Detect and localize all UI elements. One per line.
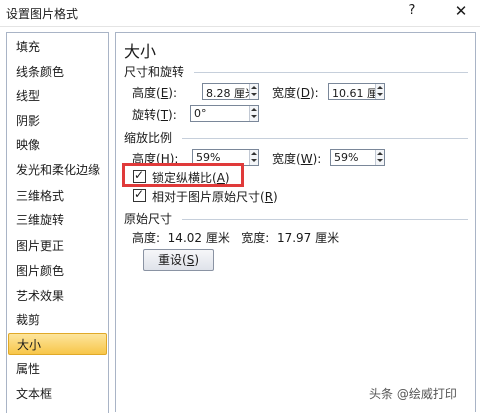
window-title: 设置图片格式 <box>6 7 79 21</box>
scale-height-spinner[interactable] <box>249 150 258 165</box>
nav-item-properties[interactable]: 属性 <box>8 358 107 380</box>
rotation-spinner[interactable] <box>249 106 258 121</box>
size-panel: 大小 尺寸和旋转 高度(E): 8.28 厘米 宽度(D): 10.61 厘 旋… <box>115 32 476 412</box>
nav-item-reflection[interactable]: 映像 <box>8 134 107 156</box>
width-input[interactable]: 10.61 厘 <box>328 83 385 100</box>
nav-item-crop[interactable]: 裁剪 <box>8 309 107 331</box>
height-input[interactable]: 8.28 厘米 <box>202 83 259 100</box>
panel-heading: 大小 <box>124 42 157 61</box>
scale-width-value: 59% <box>334 151 359 164</box>
height-label: 高度(E): <box>132 86 178 100</box>
nav-item-text-box[interactable]: 文本框 <box>8 383 107 405</box>
nav-item-fill[interactable]: 填充 <box>8 36 107 58</box>
original-size-text: 高度: 14.02 厘米 宽度: 17.97 厘米 <box>132 231 340 245</box>
rotation-value: 0° <box>194 107 207 120</box>
title-divider <box>0 26 480 27</box>
nav-item-artistic-effects[interactable]: 艺术效果 <box>8 285 107 307</box>
nav-item-glow-soft-edges[interactable]: 发光和柔化边缘 <box>8 159 107 181</box>
checkmark-icon: ✓ <box>134 187 145 201</box>
original-size-group-label: 原始尺寸 <box>124 212 173 226</box>
relative-original-label[interactable]: 相对于图片原始尺寸(R) <box>152 188 278 205</box>
scale-width-spinner[interactable] <box>375 150 384 165</box>
help-button[interactable]: ? <box>404 3 420 21</box>
nav-item-picture-color[interactable]: 图片颜色 <box>8 260 107 282</box>
nav-item-line-color[interactable]: 线条颜色 <box>8 61 107 83</box>
group-divider <box>182 138 468 139</box>
scale-width-label: 宽度(W): <box>272 152 322 166</box>
scale-width-input[interactable]: 59% <box>330 149 385 166</box>
nav-item-line-style[interactable]: 线型 <box>8 85 107 107</box>
nav-item-shadow[interactable]: 阴影 <box>8 110 107 132</box>
width-value: 10.61 厘 <box>332 87 378 100</box>
scale-group-label: 缩放比例 <box>124 131 173 145</box>
group-divider <box>182 219 468 220</box>
nav-item-picture-corrections[interactable]: 图片更正 <box>8 235 107 257</box>
highlight-annotation <box>122 163 244 187</box>
relative-original-checkbox[interactable]: ✓ <box>133 187 146 202</box>
width-label: 宽度(D): <box>272 86 319 100</box>
category-nav: 填充 线条颜色 线型 阴影 映像 发光和柔化边缘 三维格式 三维旋转 图片更正 … <box>6 32 109 413</box>
width-spinner[interactable] <box>375 84 384 99</box>
nav-item-3d-rotation[interactable]: 三维旋转 <box>8 209 107 231</box>
size-rotate-group-label: 尺寸和旋转 <box>124 65 185 79</box>
height-spinner[interactable] <box>249 84 258 99</box>
title-bar: 设置图片格式 ? ✕ <box>0 0 480 26</box>
group-divider <box>194 72 468 73</box>
rotation-input[interactable]: 0° <box>190 105 259 122</box>
watermark-text: 头条 @绘威打印 <box>369 387 457 401</box>
close-button[interactable]: ✕ <box>452 2 470 22</box>
rotation-label: 旋转(T): <box>132 108 177 122</box>
reset-button[interactable]: 重设(S) <box>143 249 214 271</box>
nav-item-3d-format[interactable]: 三维格式 <box>8 185 107 207</box>
nav-item-size[interactable]: 大小 <box>8 333 107 355</box>
